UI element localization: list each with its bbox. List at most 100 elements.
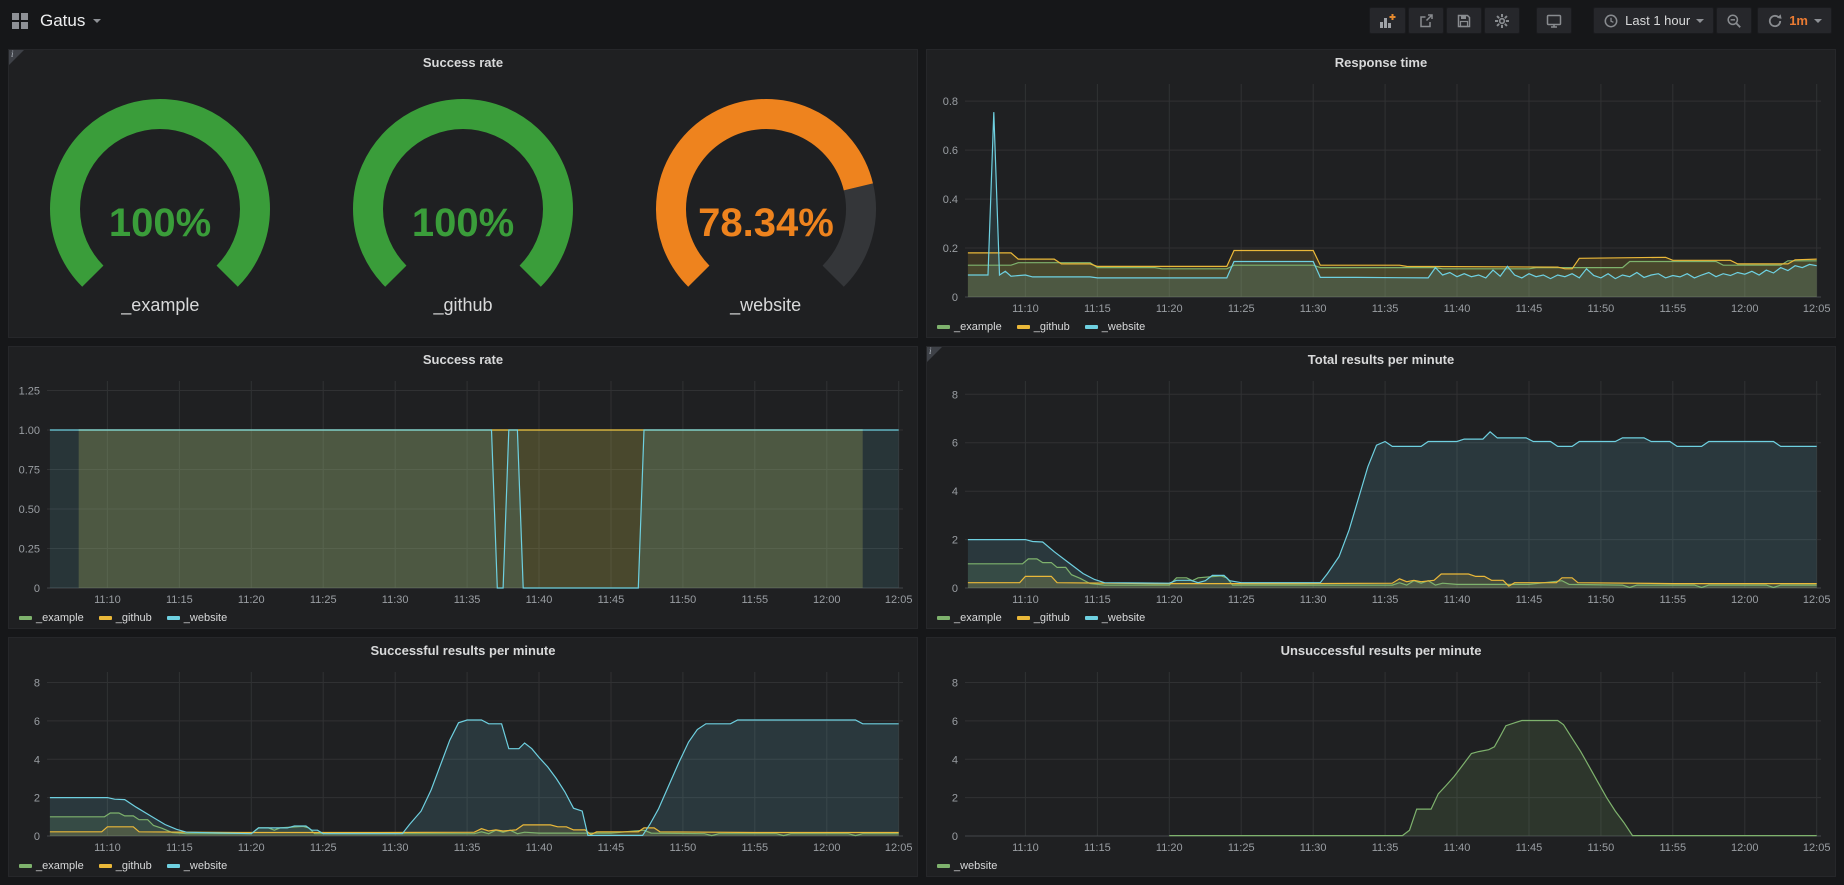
dashboard-grid-icon[interactable] [12,13,28,29]
svg-text:11:45: 11:45 [1516,303,1543,315]
panel-title[interactable]: Total results per minute [927,347,1835,373]
chart-svg: 00.20.40.60.811:1011:1511:2011:2511:3011… [927,76,1835,317]
svg-text:11:30: 11:30 [1300,303,1327,315]
legend-item-_website[interactable]: _website [1085,321,1145,333]
svg-text:11:55: 11:55 [741,842,768,854]
legend-item-_example[interactable]: _example [19,860,84,872]
svg-text:11:35: 11:35 [1372,303,1399,315]
response-time-chart[interactable]: 00.20.40.60.811:1011:1511:2011:2511:3011… [927,76,1835,317]
svg-text:11:40: 11:40 [526,842,553,854]
gauge-arc: 100% [30,97,290,295]
legend-item-_github[interactable]: _github [1017,321,1070,333]
svg-text:8: 8 [34,678,40,690]
svg-text:11:45: 11:45 [1516,842,1543,854]
legend-label: _website [184,612,227,624]
refresh-button[interactable]: 1m [1757,7,1832,34]
svg-text:11:20: 11:20 [1156,303,1183,315]
svg-text:12:05: 12:05 [885,594,913,606]
series-area-_website [1169,721,1816,837]
gauge-label: _example [121,295,199,316]
panel-info-icon[interactable]: i [9,50,24,65]
legend-swatch [167,864,180,868]
legend-label: _website [954,860,997,872]
panel-info-icon[interactable]: i [927,347,942,362]
panel-successful-results: Successful results per minute 0246811:10… [8,637,918,877]
chart-svg: 0246811:1011:1511:2011:2511:3011:3511:40… [927,664,1835,856]
panel-success-rate-series: Success rate 00.250.500.751.001.2511:101… [8,346,918,629]
save-icon [1456,13,1472,29]
svg-text:11:35: 11:35 [1372,594,1399,606]
legend-item-_website[interactable]: _website [1085,612,1145,624]
share-button[interactable] [1408,7,1444,34]
svg-text:11:20: 11:20 [238,842,265,854]
panel-title[interactable]: Successful results per minute [9,638,917,664]
svg-text:11:40: 11:40 [1444,303,1471,315]
time-range-picker[interactable]: Last 1 hour [1593,7,1714,34]
unsuccessful-results-chart[interactable]: 0246811:1011:1511:2011:2511:3011:3511:40… [927,664,1835,856]
gauge-arc: 100% [333,97,593,295]
legend-item-_github[interactable]: _github [99,860,152,872]
panel-title[interactable]: Success rate [9,50,917,76]
legend-swatch [937,325,950,329]
dashboard-title[interactable]: Gatus [40,11,101,31]
legend-swatch [1085,325,1098,329]
svg-text:6: 6 [952,438,958,450]
svg-text:12:05: 12:05 [885,842,913,854]
panel-title[interactable]: Success rate [9,347,917,373]
successful-results-chart[interactable]: 0246811:1011:1511:2011:2511:3011:3511:40… [9,664,917,856]
refresh-icon [1767,13,1783,29]
legend-label: _example [954,321,1002,333]
gauge-value: 78.34% [698,201,834,245]
chart-svg: 0246811:1011:1511:2011:2511:3011:3511:40… [927,373,1835,608]
legend-item-_website[interactable]: _website [167,612,227,624]
svg-text:11:55: 11:55 [741,594,768,606]
y-axis-labels: 00.250.500.751.001.25 [19,385,40,595]
time-range-label: Last 1 hour [1625,13,1690,28]
svg-text:12:05: 12:05 [1803,842,1831,854]
grid-lines [965,672,1821,836]
legend-item-_example[interactable]: _example [937,321,1002,333]
svg-text:4: 4 [34,754,40,766]
svg-text:11:25: 11:25 [1228,594,1255,606]
panel-response-time: Response time 00.20.40.60.811:1011:1511:… [926,49,1836,338]
navbar: Gatus [0,0,1844,41]
cycle-view-button[interactable] [1536,7,1572,34]
gauge-label: _website [730,295,801,316]
legend-swatch [1017,325,1030,329]
zoom-out-button[interactable] [1716,7,1752,34]
settings-button[interactable] [1484,7,1520,34]
legend-item-_github[interactable]: _github [1017,612,1070,624]
panel-title[interactable]: Response time [927,50,1835,76]
legend-swatch [1085,616,1098,620]
add-panel-button[interactable] [1369,7,1406,34]
svg-text:11:50: 11:50 [670,594,697,606]
legend-label: _example [36,612,84,624]
gauge-value: 100% [412,201,514,245]
chart-legend: _website [927,856,1835,876]
svg-text:11:10: 11:10 [1012,842,1039,854]
svg-text:11:35: 11:35 [1372,842,1399,854]
legend-label: _website [1102,612,1145,624]
gauge-arc: 78.34% [636,97,896,295]
panel-title[interactable]: Unsuccessful results per minute [927,638,1835,664]
legend-item-_github[interactable]: _github [99,612,152,624]
svg-text:11:30: 11:30 [382,594,409,606]
svg-text:6: 6 [34,716,40,728]
legend-item-_website[interactable]: _website [937,860,997,872]
svg-text:0.75: 0.75 [19,464,40,476]
svg-text:11:20: 11:20 [238,594,265,606]
save-button[interactable] [1446,7,1482,34]
success-rate-chart[interactable]: 00.250.500.751.001.2511:1011:1511:2011:2… [9,373,917,608]
legend-item-_example[interactable]: _example [19,612,84,624]
legend-item-_website[interactable]: _website [167,860,227,872]
zoom-out-icon [1726,13,1742,29]
svg-text:0: 0 [34,831,40,843]
legend-item-_example[interactable]: _example [937,612,1002,624]
svg-text:11:25: 11:25 [310,842,337,854]
legend-label: _github [116,612,152,624]
refresh-interval-label: 1m [1789,13,1808,28]
total-results-chart[interactable]: 0246811:1011:1511:2011:2511:3011:3511:40… [927,373,1835,608]
svg-text:12:00: 12:00 [1731,842,1759,854]
svg-text:11:50: 11:50 [1588,303,1615,315]
series-area-_website [968,432,1817,588]
